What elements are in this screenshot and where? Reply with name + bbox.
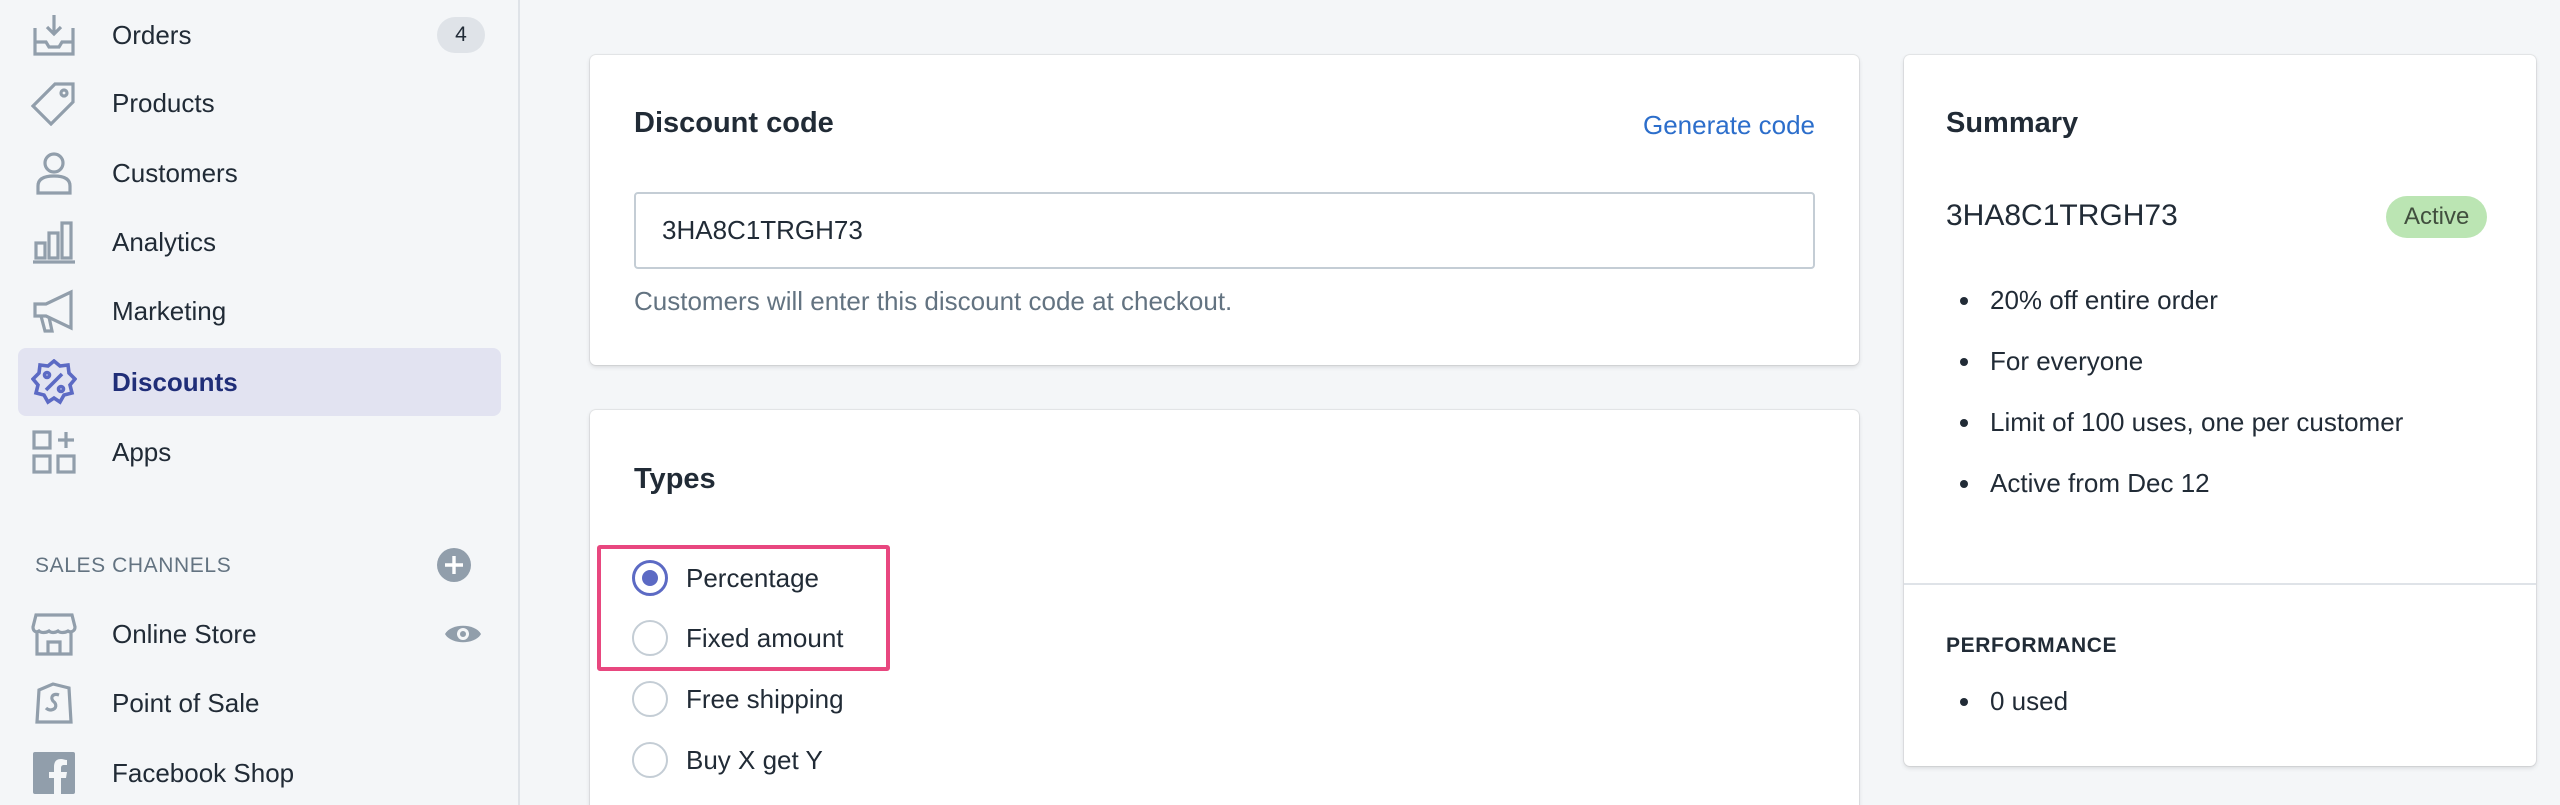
performance-item: 0 used — [1946, 671, 2068, 732]
generate-code-link[interactable]: Generate code — [1643, 110, 1815, 141]
performance-list: 0 used — [1946, 671, 2068, 732]
sidebar-item-label: Marketing — [112, 295, 227, 326]
sidebar-item-label: Apps — [112, 436, 172, 467]
sidebar-item-discounts[interactable]: Discounts — [18, 348, 501, 416]
type-option-free-shipping[interactable]: Free shipping — [632, 677, 844, 721]
store-icon — [30, 610, 78, 658]
summary-detail: Limit of 100 uses, one per customer — [1946, 392, 2403, 453]
sidebar-item-label: Facebook Shop — [112, 757, 295, 788]
person-icon — [30, 149, 78, 197]
summary-detail: Active from Dec 12 — [1946, 453, 2403, 514]
radio-label: Free shipping — [686, 683, 844, 714]
discount-icon — [30, 358, 78, 406]
apps-icon — [30, 428, 78, 476]
sidebar-item-label: Online Store — [112, 618, 257, 649]
free-shipping-radio[interactable] — [632, 681, 668, 717]
summary-code: 3HA8C1TRGH73 — [1946, 199, 2178, 232]
orders-icon — [30, 11, 78, 59]
summary-divider — [1904, 583, 2536, 585]
bar-chart-icon — [30, 218, 78, 266]
highlight-annotation-box — [597, 545, 890, 671]
types-title: Types — [634, 463, 716, 495]
sidebar-item-analytics[interactable]: Analytics — [18, 208, 501, 276]
status-badge: Active — [2386, 196, 2488, 238]
summary-detail: For everyone — [1946, 331, 2403, 392]
sidebar-item-label: Point of Sale — [112, 687, 260, 718]
view-store-eye-icon[interactable] — [443, 619, 483, 649]
type-option-buy-x-get-y[interactable]: Buy X get Y — [632, 738, 823, 782]
summary-detail: 20% off entire order — [1946, 270, 2403, 331]
sidebar-item-label: Orders — [112, 19, 192, 50]
sidebar-item-marketing[interactable]: Marketing — [18, 277, 501, 345]
sidebar-item-label: Customers — [112, 157, 238, 188]
radio-label: Buy X get Y — [686, 744, 823, 775]
sidebar-item-facebook-shop[interactable]: Facebook Shop — [18, 739, 501, 805]
sidebar-item-online-store[interactable]: Online Store — [18, 600, 501, 668]
summary-title: Summary — [1946, 107, 2079, 139]
add-channel-button[interactable] — [436, 547, 472, 583]
discount-code-input[interactable] — [634, 192, 1815, 269]
sidebar-item-label: Analytics — [112, 226, 217, 257]
performance-heading: PERFORMANCE — [1946, 634, 2118, 657]
sidebar: Orders 4 Products Customers Analytics Ma… — [0, 0, 520, 805]
sidebar-item-point-of-sale[interactable]: Point of Sale — [18, 669, 501, 737]
buy-x-get-y-radio[interactable] — [632, 742, 668, 778]
tag-icon — [30, 79, 78, 127]
discount-code-title: Discount code — [634, 107, 834, 139]
sidebar-item-products[interactable]: Products — [18, 69, 501, 137]
sidebar-item-customers[interactable]: Customers — [18, 139, 501, 207]
pos-icon — [30, 679, 78, 727]
discount-code-help-text: Customers will enter this discount code … — [634, 286, 1233, 316]
orders-count-badge: 4 — [437, 17, 485, 53]
megaphone-icon — [30, 287, 78, 335]
sidebar-item-apps[interactable]: Apps — [18, 418, 501, 486]
sidebar-item-orders[interactable]: Orders 4 — [18, 1, 501, 69]
summary-details-list: 20% off entire order For everyone Limit … — [1946, 270, 2403, 514]
facebook-icon — [30, 749, 78, 797]
sidebar-item-label: Products — [112, 87, 215, 118]
sidebar-item-label: Discounts — [112, 366, 238, 397]
sales-channels-heading: SALES CHANNELS — [35, 554, 232, 577]
